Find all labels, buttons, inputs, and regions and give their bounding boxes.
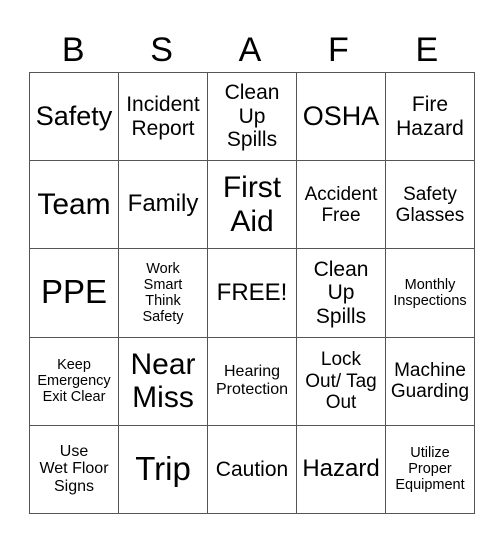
bingo-cell[interactable]: OSHA [296, 71, 386, 162]
bingo-grid: Safety Incident Report Clean Up Spills O… [29, 71, 475, 515]
free-space-cell[interactable]: FREE! [207, 248, 297, 338]
header-letter-f: F [328, 31, 349, 69]
grid-row: Use Wet Floor Signs Trip Caution Hazard … [29, 424, 475, 515]
header-letter-a: A [238, 31, 262, 69]
grid-row: Keep Emergency Exit Clear Near Miss Hear… [29, 336, 475, 426]
bingo-cell[interactable]: Safety [29, 71, 119, 162]
bingo-cell[interactable]: Work Smart Think Safety [118, 248, 208, 338]
bingo-cell[interactable]: Accident Free [296, 160, 386, 250]
bingo-cell[interactable]: Caution [207, 424, 297, 515]
bingo-header: B S A F E [29, 28, 471, 72]
bingo-cell[interactable]: Hearing Protection [207, 336, 297, 426]
header-letter-s: S [150, 31, 173, 69]
header-letter-b: B [61, 31, 85, 69]
bingo-cell[interactable]: Hazard [296, 424, 386, 515]
bingo-cell[interactable]: Clean Up Spills [207, 71, 297, 162]
bingo-cell[interactable]: Utilize Proper Equipment [385, 424, 475, 515]
bingo-cell[interactable]: Incident Report [118, 71, 208, 162]
bingo-cell[interactable]: Clean Up Spills [296, 248, 386, 338]
bingo-cell[interactable]: Safety Glasses [385, 160, 475, 250]
grid-row: Team Family First Aid Accident Free Safe… [29, 160, 475, 250]
bingo-cell[interactable]: Use Wet Floor Signs [29, 424, 119, 515]
bingo-cell[interactable]: Fire Hazard [385, 71, 475, 162]
bingo-cell[interactable]: Trip [118, 424, 208, 515]
bingo-cell[interactable]: First Aid [207, 160, 297, 250]
bingo-cell[interactable]: PPE [29, 248, 119, 338]
bingo-cell[interactable]: Lock Out/ Tag Out [296, 336, 386, 426]
header-letter-e: E [415, 31, 439, 69]
bingo-cell[interactable]: Keep Emergency Exit Clear [29, 336, 119, 426]
grid-row: Safety Incident Report Clean Up Spills O… [29, 71, 475, 162]
bingo-cell[interactable]: Near Miss [118, 336, 208, 426]
bingo-cell[interactable]: Family [118, 160, 208, 250]
bingo-cell[interactable]: Monthly Inspections [385, 248, 475, 338]
bingo-cell[interactable]: Team [29, 160, 119, 250]
bingo-cell[interactable]: Machine Guarding [385, 336, 475, 426]
grid-row: PPE Work Smart Think Safety FREE! Clean … [29, 248, 475, 338]
